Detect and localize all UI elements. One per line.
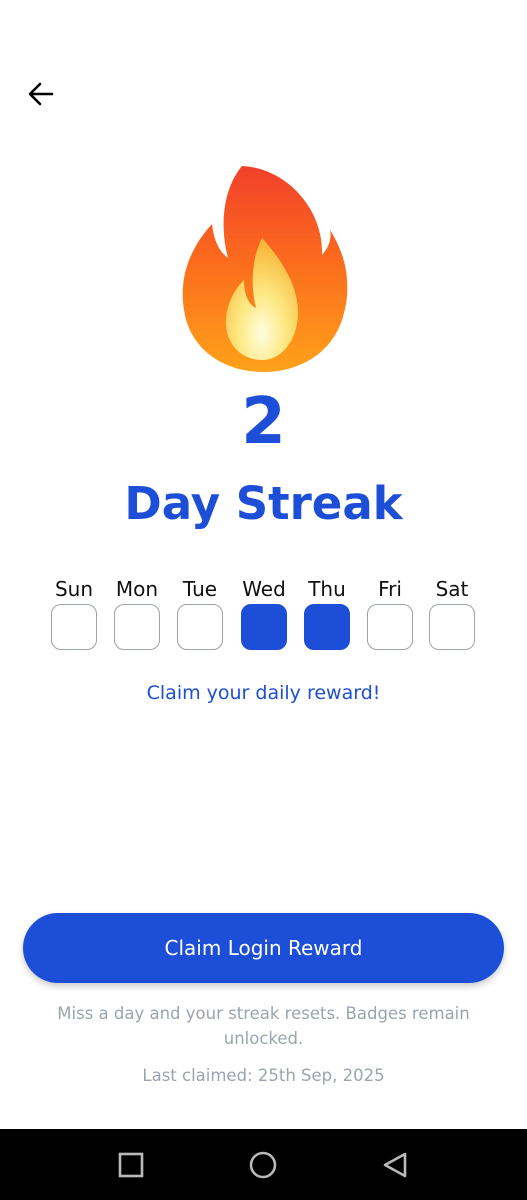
system-back-button[interactable] bbox=[360, 1129, 430, 1200]
back-button[interactable] bbox=[22, 75, 60, 113]
arrow-left-icon bbox=[28, 82, 54, 106]
day-label: Fri bbox=[378, 577, 402, 601]
day-sun: Sun bbox=[42, 576, 106, 656]
home-button[interactable] bbox=[228, 1129, 298, 1200]
triangle-back-icon bbox=[383, 1152, 407, 1177]
day-checkbox bbox=[114, 604, 160, 650]
day-tue: Tue bbox=[168, 576, 232, 656]
day-checkbox bbox=[367, 604, 413, 650]
day-mon: Mon bbox=[105, 576, 169, 656]
streak-disclaimer: Miss a day and your streak resets. Badge… bbox=[57, 1004, 470, 1048]
day-label: Mon bbox=[115, 577, 159, 601]
recents-button[interactable] bbox=[96, 1129, 166, 1200]
reward-hint: Claim your daily reward! bbox=[146, 682, 381, 704]
day-checkbox bbox=[429, 604, 475, 650]
weekly-streak-tracker: Sun Mon Tue Wed Thu Fri Sat bbox=[0, 576, 527, 656]
day-label: Wed bbox=[242, 577, 286, 601]
day-checkbox bbox=[51, 604, 97, 650]
day-checkbox bbox=[241, 604, 287, 650]
day-label: Sat bbox=[435, 577, 469, 601]
day-thu: Thu bbox=[295, 576, 359, 656]
day-wed: Wed bbox=[232, 576, 296, 656]
day-label: Thu bbox=[308, 577, 346, 601]
square-icon bbox=[118, 1152, 144, 1177]
streak-count: 2 bbox=[241, 385, 286, 459]
last-claimed-text: Last claimed: 25th Sep, 2025 bbox=[142, 1066, 385, 1085]
system-nav-bar bbox=[0, 1129, 527, 1200]
day-checkbox bbox=[304, 604, 350, 650]
streak-label: Day Streak bbox=[124, 477, 403, 530]
day-label: Tue bbox=[182, 577, 218, 601]
circle-icon bbox=[249, 1151, 277, 1178]
claim-login-reward-button[interactable]: Claim Login Reward bbox=[23, 913, 504, 983]
fire-icon bbox=[182, 166, 348, 372]
day-label: Sun bbox=[54, 577, 94, 601]
day-checkbox bbox=[177, 604, 223, 650]
day-sat: Sat bbox=[420, 576, 484, 656]
day-fri: Fri bbox=[358, 576, 422, 656]
